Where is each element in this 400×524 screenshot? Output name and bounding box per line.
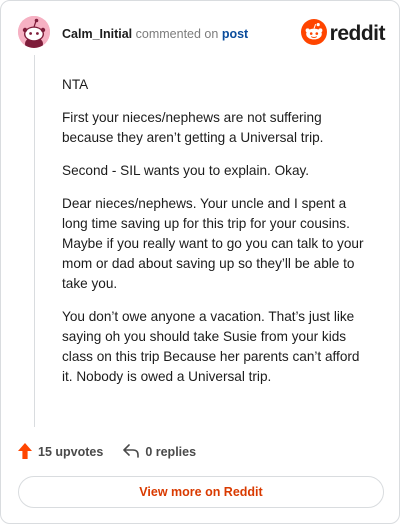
reply-count: 0 replies: [145, 445, 197, 459]
reply-button[interactable]: 0 replies: [123, 443, 197, 461]
comment-embed-card: Calm_Initial commented on post reddit NT…: [0, 0, 400, 524]
upvote-button[interactable]: 15 upvotes: [18, 442, 104, 462]
comment-actions: 15 upvotes 0 replies: [18, 441, 196, 463]
comment-body: NTA First your nieces/nephews are not su…: [62, 75, 372, 400]
comment-header: Calm_Initial commented on post reddit: [18, 16, 386, 52]
view-more-button[interactable]: View more on Reddit: [18, 476, 384, 508]
commented-on-text: commented on: [135, 27, 219, 41]
reddit-snoo-icon: [300, 18, 327, 50]
reply-arrow-icon: [123, 443, 145, 461]
upvote-arrow-icon: [18, 442, 38, 462]
comment-paragraph: First your nieces/nephews are not suffer…: [62, 110, 324, 145]
reddit-logo[interactable]: reddit: [300, 18, 386, 50]
snoo-avatar-icon[interactable]: [18, 16, 50, 48]
comment-paragraph: NTA: [62, 77, 89, 92]
post-link[interactable]: post: [222, 27, 248, 41]
thread-line: [34, 55, 35, 427]
reddit-logo-text: reddit: [329, 22, 386, 45]
comment-paragraph: Dear nieces/nephews. Your uncle and I sp…: [62, 196, 364, 291]
comment-paragraph: Second - SIL wants you to explain. Okay.: [62, 163, 310, 178]
author-name[interactable]: Calm_Initial: [62, 27, 132, 41]
author-line: Calm_Initial commented on post: [62, 27, 248, 41]
upvote-count: 15 upvotes: [38, 445, 104, 459]
comment-paragraph: You don’t owe anyone a vacation. That’s …: [62, 309, 360, 384]
